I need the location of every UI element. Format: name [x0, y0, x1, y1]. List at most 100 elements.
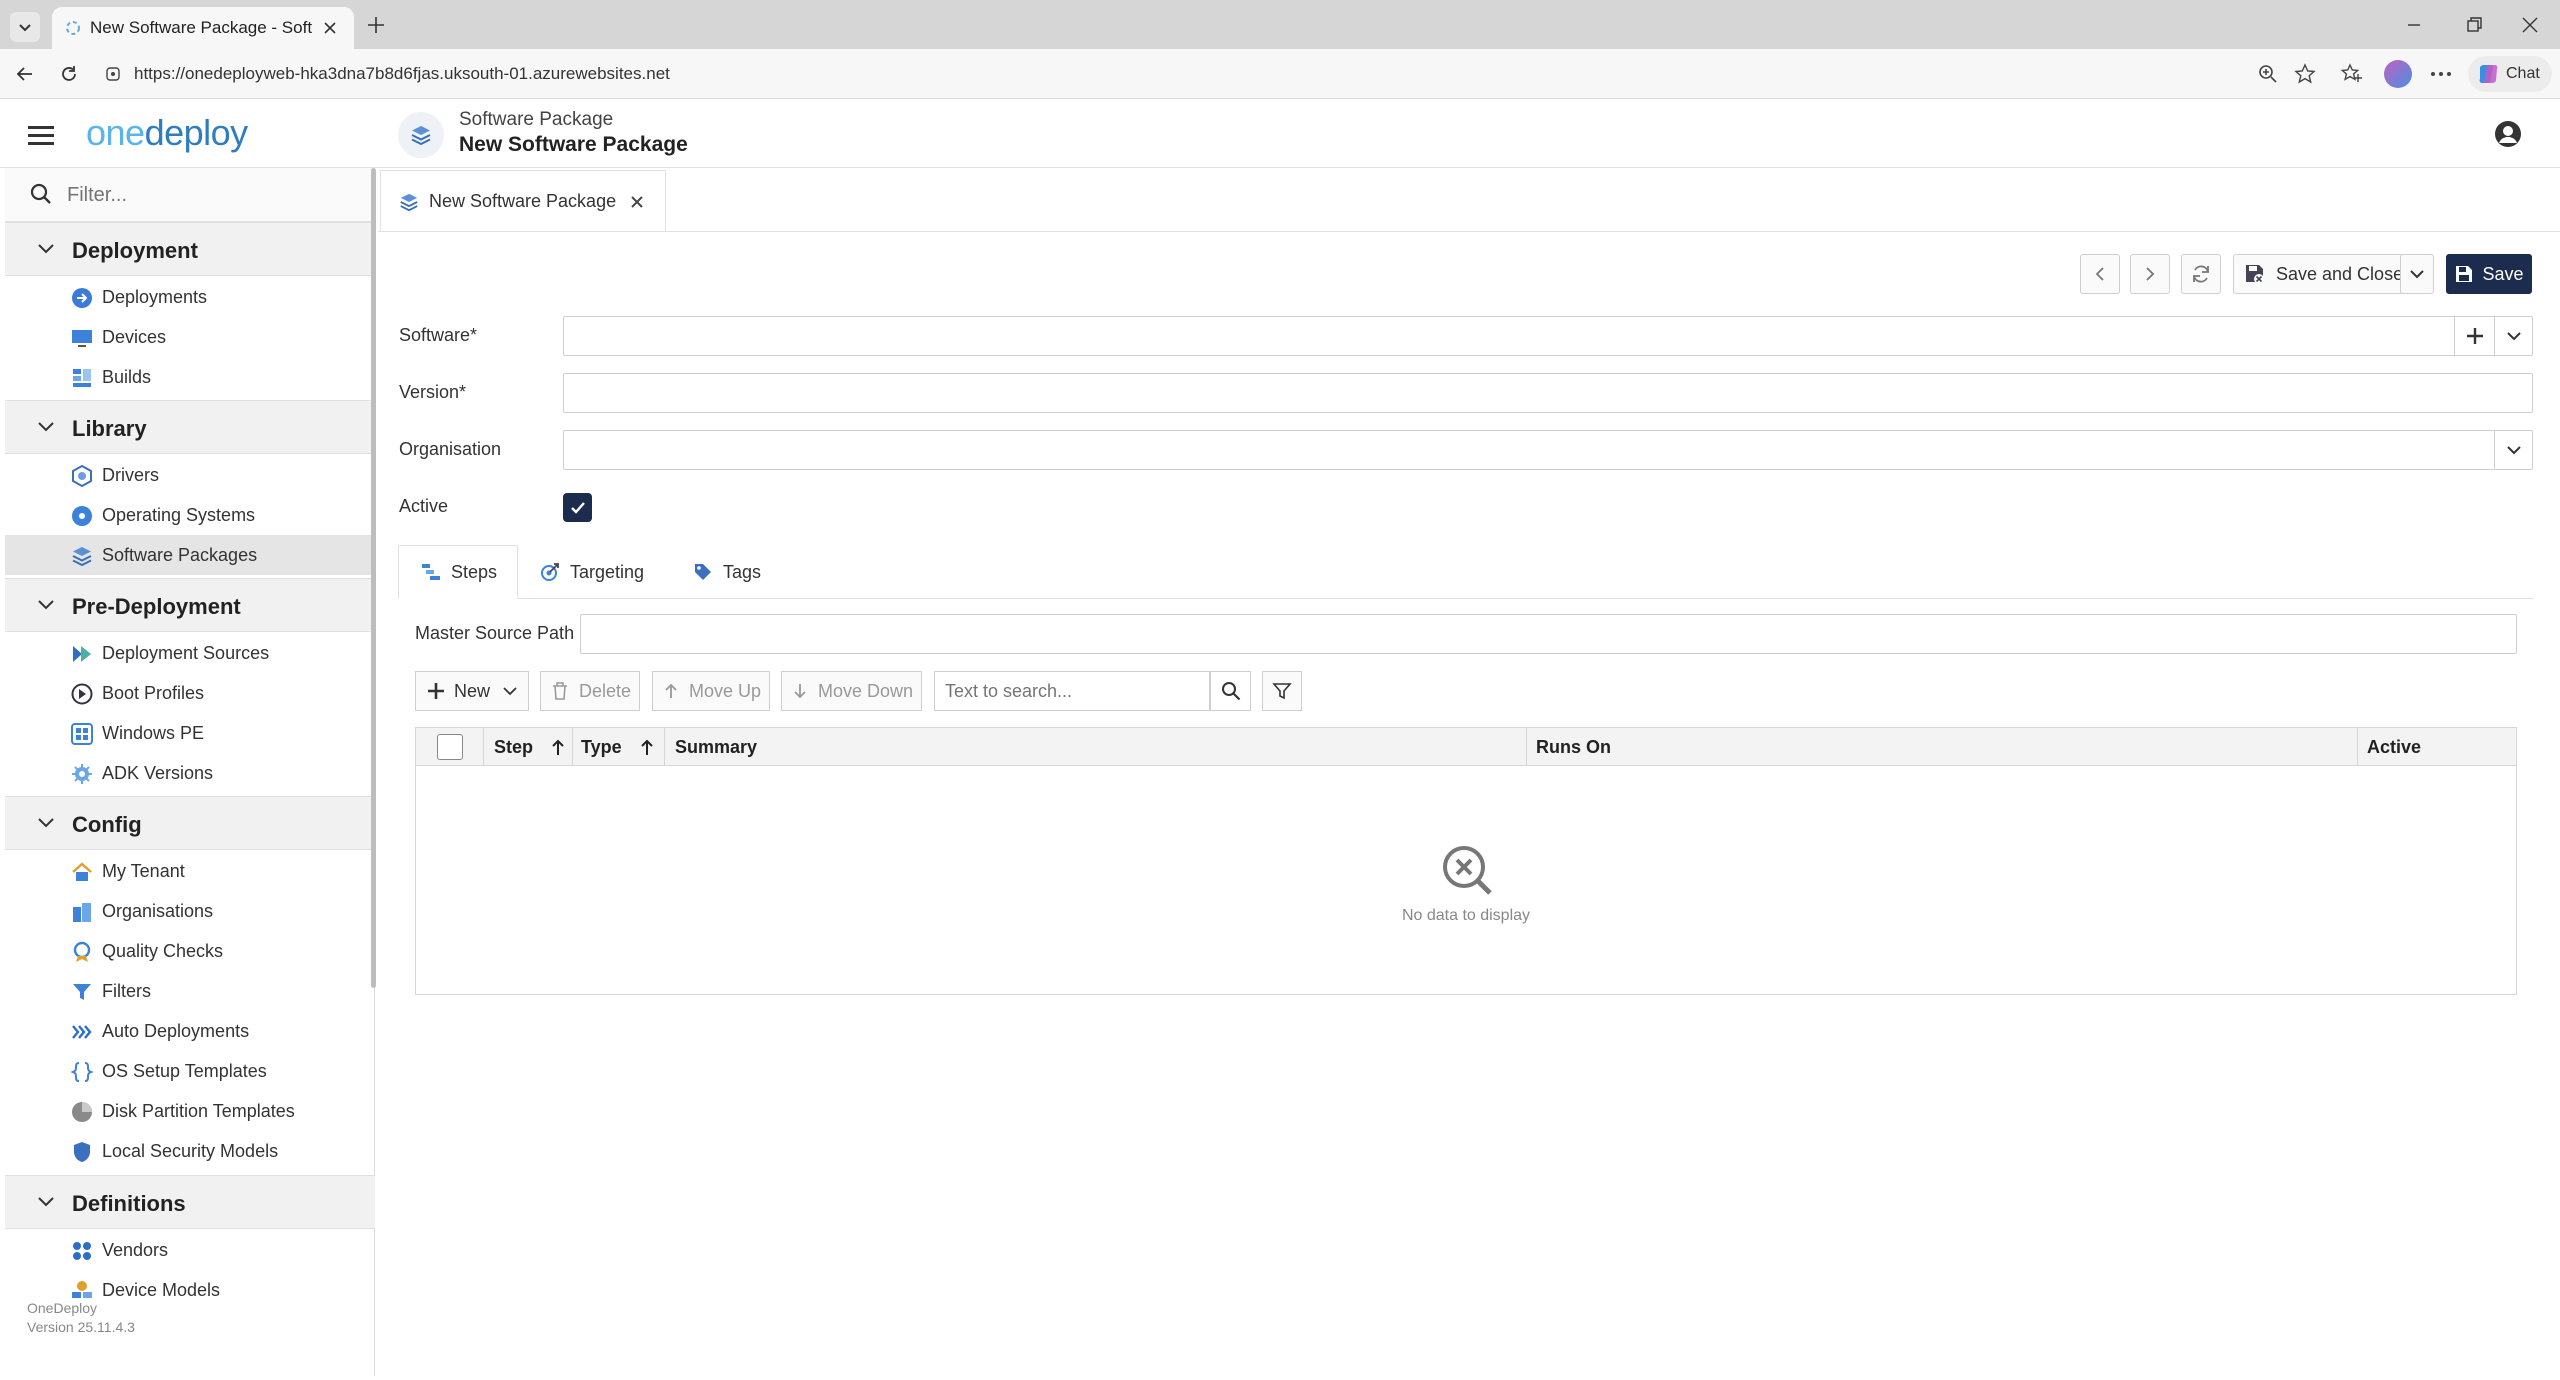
move-up-button[interactable]: Move Up	[652, 671, 770, 711]
filter-icon	[1272, 683, 1292, 700]
profile-avatar[interactable]	[2384, 60, 2412, 88]
sidebar-section-definitions[interactable]: Definitions	[5, 1175, 375, 1229]
copilot-icon	[2479, 65, 2498, 83]
sidebar-item-filters[interactable]: Filters	[5, 971, 375, 1011]
column-summary[interactable]: Summary	[665, 728, 1527, 766]
close-icon[interactable]	[322, 20, 338, 36]
new-step-button[interactable]: New	[415, 671, 529, 711]
window-close-icon[interactable]	[2520, 15, 2540, 35]
sidebar-item-software-packages[interactable]: Software Packages	[5, 535, 375, 575]
column-type[interactable]: Type	[573, 728, 665, 766]
sidebar-item-my-tenant[interactable]: My Tenant	[5, 851, 375, 891]
previous-button[interactable]	[2080, 254, 2120, 294]
sidebar-item-label: Local Security Models	[102, 1141, 279, 1161]
sidebar-filter-input[interactable]	[65, 178, 355, 212]
sidebar-item-label: Drivers	[102, 465, 159, 485]
minimize-icon[interactable]	[2405, 16, 2423, 34]
browser-tab-active[interactable]: New Software Package - Software	[52, 7, 354, 49]
sidebar-item-operating-systems[interactable]: Operating Systems	[5, 495, 375, 535]
app-logo[interactable]: onedeploy	[86, 112, 248, 154]
steps-search-input[interactable]	[943, 679, 1163, 703]
steps-search-button[interactable]	[1210, 671, 1251, 711]
document-tab-label: New Software Package	[429, 191, 617, 211]
copilot-chat-button[interactable]: Chat	[2468, 56, 2552, 92]
building-icon	[73, 903, 91, 922]
reload-button[interactable]	[52, 57, 86, 91]
refresh-icon	[2193, 265, 2209, 283]
add-software-button[interactable]	[2454, 317, 2494, 355]
column-runs-on[interactable]: Runs On	[1527, 728, 2358, 766]
tab-targeting[interactable]: Targeting	[540, 545, 670, 599]
master-source-path-field[interactable]	[580, 614, 2517, 654]
sidebar-item-windows-pe[interactable]: Windows PE	[5, 713, 375, 753]
software-dropdown-button[interactable]	[2494, 317, 2532, 355]
move-down-button[interactable]: Move Down	[781, 671, 922, 711]
address-bar-row: https://onedeployweb-hka3dna7b8d6fjas.uk…	[0, 49, 2560, 99]
sidebar-item-vendors[interactable]: Vendors	[5, 1230, 375, 1270]
sidebar-item-deployment-sources[interactable]: Deployment Sources	[5, 633, 375, 673]
tab-tags[interactable]: Tags	[693, 545, 783, 599]
sidebar-item-organisations[interactable]: Organisations	[5, 891, 375, 931]
select-all-checkbox[interactable]	[436, 734, 463, 760]
sidebar-item-adk-versions[interactable]: ADK Versions	[5, 753, 375, 793]
sidebar-item-label: Filters	[102, 981, 151, 1001]
delete-step-button[interactable]: Delete	[540, 671, 640, 711]
section-label: Config	[72, 812, 142, 837]
star-icon[interactable]	[2294, 63, 2316, 85]
column-step[interactable]: Step	[484, 728, 573, 766]
sidebar-item-disk-partition-templates[interactable]: Disk Partition Templates	[5, 1091, 375, 1131]
sidebar-item-label: Software Packages	[102, 545, 258, 565]
version-field[interactable]	[563, 373, 2533, 413]
software-field[interactable]	[563, 316, 2533, 356]
sidebar-scrollbar[interactable]	[371, 168, 376, 988]
sidebar-item-label: Devices	[102, 327, 167, 347]
source-icon	[73, 646, 91, 662]
sidebar-footer: OneDeploy Version 25.11.4.3	[5, 1298, 371, 1376]
page-icon	[398, 112, 444, 158]
sidebar-item-boot-profiles[interactable]: Boot Profiles	[5, 673, 375, 713]
column-label: Type	[581, 736, 622, 757]
sidebar-item-quality-checks[interactable]: Quality Checks	[5, 931, 375, 971]
save-options-dropdown[interactable]	[2400, 254, 2434, 294]
sidebar-section-config[interactable]: Config	[5, 796, 375, 850]
sidebar-item-local-security-models[interactable]: Local Security Models	[5, 1131, 375, 1171]
tab-steps[interactable]: Steps	[398, 545, 518, 599]
restore-icon[interactable]	[2465, 16, 2483, 34]
zoom-icon[interactable]	[2258, 64, 2278, 84]
more-options-icon[interactable]	[2430, 71, 2452, 77]
user-account-icon[interactable]	[2494, 120, 2522, 148]
close-icon[interactable]	[629, 194, 645, 210]
sidebar-filter[interactable]	[5, 168, 375, 222]
organisation-select[interactable]	[563, 430, 2533, 470]
search-icon	[30, 183, 51, 204]
tab-list-button[interactable]	[10, 12, 40, 42]
save-button[interactable]: Save	[2446, 254, 2532, 294]
steps-grid: Step Type Summary Runs On Active No data…	[415, 727, 2517, 995]
sidebar-section-library[interactable]: Library	[5, 400, 375, 454]
column-active[interactable]: Active	[2358, 728, 2516, 766]
menu-icon[interactable]	[28, 121, 54, 150]
arrow-down-icon	[794, 684, 806, 699]
active-checkbox[interactable]	[563, 493, 592, 522]
site-info-icon[interactable]	[104, 65, 122, 83]
organisation-dropdown-button[interactable]	[2494, 431, 2532, 469]
document-tab[interactable]: New Software Package	[380, 170, 666, 232]
sidebar-section-deployment[interactable]: Deployment	[5, 222, 375, 276]
favorites-icon[interactable]	[2340, 62, 2362, 84]
sidebar-section-pre-deployment[interactable]: Pre-Deployment	[5, 578, 375, 632]
url-field[interactable]: https://onedeployweb-hka3dna7b8d6fjas.uk…	[96, 55, 2316, 93]
browser-tab-strip: New Software Package - Software	[0, 0, 2560, 49]
steps-filter-button[interactable]	[1262, 671, 1302, 711]
sidebar-item-builds[interactable]: Builds	[5, 357, 375, 397]
sidebar-item-auto-deployments[interactable]: Auto Deployments	[5, 1011, 375, 1051]
new-tab-icon[interactable]	[366, 15, 386, 35]
sidebar-item-deployments[interactable]: Deployments	[5, 277, 375, 317]
sidebar-item-os-setup-templates[interactable]: OS Setup Templates	[5, 1051, 375, 1091]
next-button[interactable]	[2130, 254, 2170, 294]
sidebar-item-devices[interactable]: Devices	[5, 317, 375, 357]
refresh-button[interactable]	[2181, 254, 2221, 294]
sidebar-item-drivers[interactable]: Drivers	[5, 455, 375, 495]
steps-search-field[interactable]	[934, 671, 1210, 711]
back-button[interactable]	[8, 57, 42, 91]
no-data-text: No data to display	[1401, 907, 1531, 924]
